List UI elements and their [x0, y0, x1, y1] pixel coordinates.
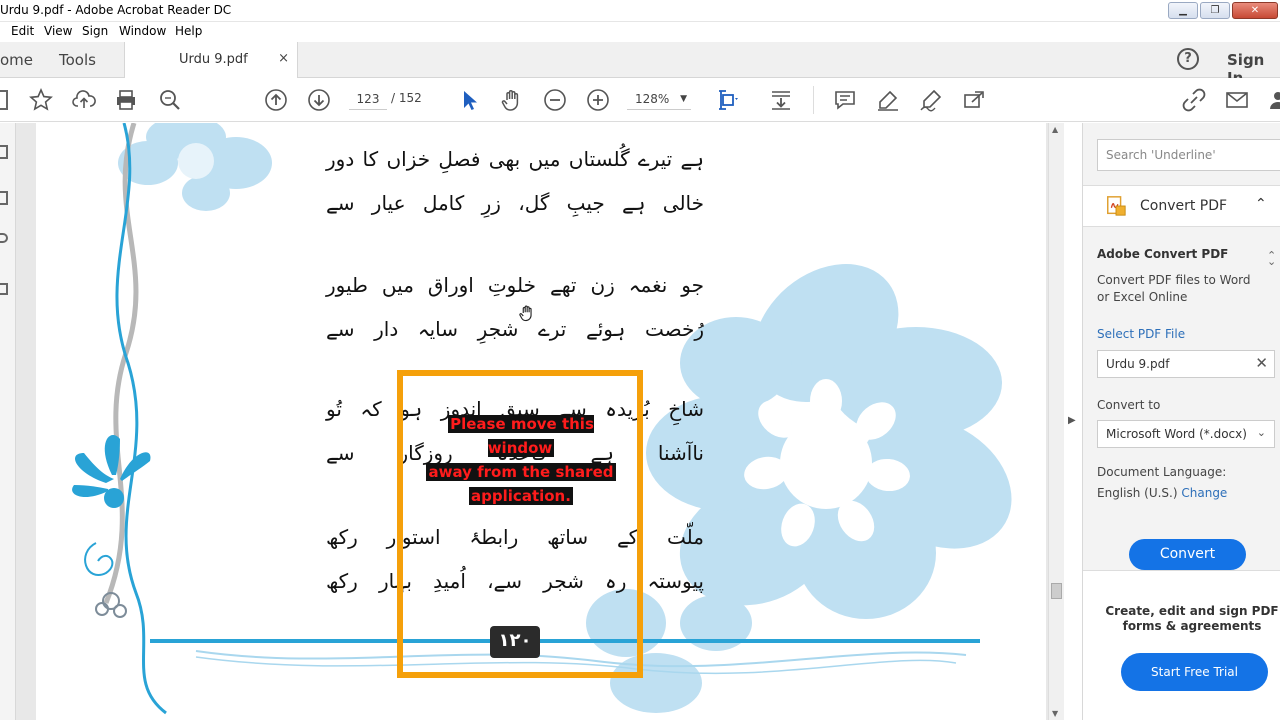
zoom-level-value: 128% [635, 92, 670, 106]
close-button[interactable]: ✕ [1232, 2, 1278, 19]
save-icon[interactable] [0, 90, 8, 110]
page-total: / 152 [391, 91, 422, 105]
menu-help[interactable]: Help [175, 24, 202, 38]
convert-format-value: Microsoft Word (*.docx) [1106, 427, 1247, 441]
poem-line: خالی ہے جیبِ گل، زرِ کامل عیار سے [326, 191, 704, 215]
language-row: English (U.S.) Change [1097, 486, 1227, 500]
convert-format-select[interactable]: Microsoft Word (*.docx) ⌄ [1097, 420, 1275, 448]
clear-file-icon[interactable]: ✕ [1255, 354, 1268, 372]
zoom-in-icon[interactable] [586, 88, 610, 112]
language-label: Document Language: [1097, 465, 1227, 479]
vertical-scrollbar[interactable]: ▲ ▼ [1048, 123, 1064, 720]
scroll-mode-icon[interactable] [769, 88, 793, 112]
scroll-down-icon[interactable]: ▼ [1052, 709, 1058, 718]
zoom-level-select[interactable]: 128% ▼ [627, 88, 691, 110]
zoom-out-icon[interactable] [543, 88, 567, 112]
scroll-up-icon[interactable]: ▲ [1052, 125, 1058, 134]
fit-page-icon[interactable] [715, 88, 739, 112]
restore-button[interactable]: ❐ [1200, 2, 1230, 19]
email-icon[interactable] [1225, 88, 1249, 112]
tab-tools[interactable]: Tools [59, 51, 96, 69]
convert-pdf-header[interactable]: Convert PDF ⌃ [1083, 185, 1280, 227]
hand-cursor-icon [519, 305, 532, 322]
page-up-icon[interactable] [264, 88, 288, 112]
tools-search-input[interactable]: Search 'Underline' [1097, 139, 1280, 171]
share-link-icon[interactable] [1182, 88, 1206, 112]
user-icon[interactable] [1266, 88, 1280, 112]
poem-line: ہے تیرے گُلستاں میں بھی فصلِ خزاں کا دور [326, 147, 704, 171]
upload-icon[interactable] [72, 88, 96, 112]
layers-icon[interactable] [0, 283, 8, 295]
promo-section: Create, edit and sign PDF forms & agreem… [1083, 570, 1280, 720]
poem-line: رُخصت ہوئے ترے شجرِ سایہ دار سے [326, 317, 704, 341]
chevron-up-icon[interactable]: ⌃ [1255, 196, 1267, 212]
toolbar: 123 / 152 128% ▼ [0, 78, 1280, 122]
page-thumbnails-icon[interactable] [0, 145, 8, 159]
share-warning-line: away from the shared [426, 463, 616, 481]
tab-bar: ome Tools Urdu 9.pdf × ? Sign In [0, 42, 1280, 87]
language-value: English (U.S.) [1097, 486, 1178, 500]
chevron-down-icon: ▼ [680, 94, 687, 104]
menu-sign[interactable]: Sign [82, 24, 108, 38]
left-nav-rail [0, 123, 16, 720]
share-warning-message: Please move this window away from the sh… [414, 412, 628, 508]
poem-line: جو نغمہ زن تھے خلوتِ اوراق میں طیور [326, 273, 704, 297]
section-title: Adobe Convert PDF [1097, 247, 1229, 261]
page-number-input[interactable]: 123 [349, 88, 387, 110]
print-icon[interactable] [114, 88, 138, 112]
hand-icon[interactable] [500, 88, 524, 112]
scroll-thumb[interactable] [1051, 583, 1062, 599]
attachments-icon[interactable] [0, 233, 8, 243]
chevron-down-icon[interactable]: ⌄ [1267, 255, 1276, 268]
chevron-down-icon: ⌄ [1256, 426, 1266, 439]
help-icon[interactable]: ? [1177, 48, 1199, 70]
description-line: or Excel Online [1097, 290, 1188, 304]
promo-text: Create, edit and sign PDF forms & agreem… [1097, 604, 1280, 634]
toolbar-divider [813, 86, 814, 114]
description-line: Convert PDF files to Word [1097, 273, 1251, 287]
minimize-button[interactable]: ▁ [1168, 2, 1198, 19]
document-tab-label: Urdu 9.pdf [179, 52, 248, 67]
tools-pane: Search 'Underline' Convert PDF ⌃ Adobe C… [1082, 123, 1280, 720]
tab-home[interactable]: ome [0, 51, 33, 69]
menu-window[interactable]: Window [119, 24, 166, 38]
select-pdf-file-link[interactable]: Select PDF File [1097, 327, 1185, 341]
select-cursor-icon[interactable] [458, 88, 482, 112]
menu-view[interactable]: View [44, 24, 72, 38]
star-icon[interactable] [29, 88, 53, 112]
collapse-right-icon[interactable]: ▶ [1068, 415, 1076, 426]
title-bar: Urdu 9.pdf - Adobe Acrobat Reader DC ▁ ❐… [0, 0, 1280, 22]
highlight-icon[interactable] [876, 88, 900, 112]
share-warning-line: application. [469, 487, 573, 505]
comment-icon[interactable] [833, 88, 857, 112]
start-free-trial-button[interactable]: Start Free Trial [1121, 653, 1268, 691]
selected-file-name: Urdu 9.pdf [1106, 357, 1170, 371]
page-down-icon[interactable] [307, 88, 331, 112]
tab-document[interactable]: Urdu 9.pdf × [124, 42, 298, 79]
convert-button[interactable]: Convert [1129, 539, 1246, 570]
promo-line: forms & agreements [1122, 619, 1262, 633]
bookmarks-icon[interactable] [0, 191, 8, 205]
menu-bar: Edit View Sign Window Help [0, 22, 1280, 42]
convert-to-label: Convert to [1097, 398, 1161, 412]
fill-sign-icon[interactable] [962, 88, 986, 112]
share-warning-line: Please move this window [448, 415, 594, 457]
change-language-link[interactable]: Change [1181, 486, 1227, 500]
window-title: Urdu 9.pdf - Adobe Acrobat Reader DC [0, 3, 232, 17]
convert-pdf-title: Convert PDF [1140, 198, 1228, 214]
selected-file-field[interactable]: Urdu 9.pdf ✕ [1097, 350, 1275, 378]
close-tab-icon[interactable]: × [278, 51, 289, 66]
promo-line: Create, edit and sign PDF [1105, 604, 1279, 618]
menu-edit[interactable]: Edit [11, 24, 34, 38]
sign-icon[interactable] [919, 88, 943, 112]
window-controls: ▁ ❐ ✕ [1168, 2, 1278, 19]
zoom-search-icon[interactable] [158, 88, 182, 112]
convert-pdf-icon [1107, 196, 1126, 216]
